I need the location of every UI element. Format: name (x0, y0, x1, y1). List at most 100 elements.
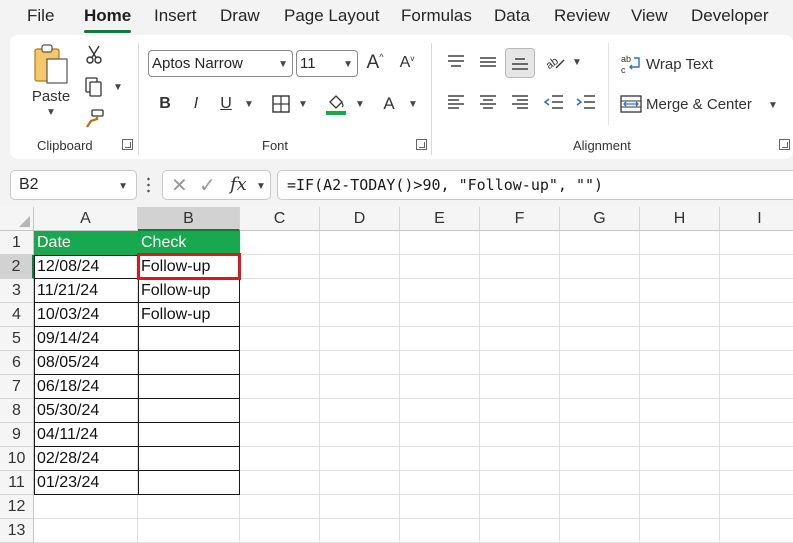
column-header-c[interactable]: C (240, 207, 320, 231)
formula-input[interactable]: =IF(A2-TODAY()>90, "Follow-up", "") (277, 170, 793, 200)
orientation-dropdown-icon[interactable]: ▼ (572, 57, 582, 68)
paste-button[interactable]: Paste ▼ (26, 43, 76, 128)
table-cell[interactable] (138, 423, 240, 447)
align-top-button[interactable] (443, 49, 469, 75)
decrease-indent-button[interactable] (541, 89, 567, 115)
menu-review[interactable]: Review (554, 6, 610, 26)
font-launcher-icon[interactable] (416, 139, 427, 150)
increase-indent-button[interactable] (573, 89, 599, 115)
cancel-icon[interactable]: ✕ (171, 173, 188, 198)
align-right-button[interactable] (507, 89, 533, 115)
table-cell[interactable] (138, 447, 240, 471)
menu-formulas[interactable]: Formulas (401, 6, 472, 26)
row-header-8[interactable]: 8 (0, 399, 34, 423)
row-header-6[interactable]: 6 (0, 351, 34, 375)
font-color-button[interactable]: A (378, 90, 400, 118)
menu-page-layout[interactable]: Page Layout (284, 6, 379, 26)
table-header-cell[interactable]: Check (138, 231, 240, 255)
menu-view[interactable]: View (631, 6, 668, 26)
table-cell[interactable]: 06/18/24 (34, 375, 138, 399)
column-header-e[interactable]: E (400, 207, 480, 231)
table-cell[interactable]: 04/11/24 (34, 423, 138, 447)
table-cell[interactable]: 11/21/24 (34, 279, 138, 303)
row-header-4[interactable]: 4 (0, 303, 34, 327)
table-cell[interactable]: 10/03/24 (34, 303, 138, 327)
menu-developer[interactable]: Developer (691, 6, 769, 26)
menu-home[interactable]: Home (84, 6, 131, 26)
orientation-button[interactable]: ab (542, 49, 568, 75)
column-header-b[interactable]: B (138, 207, 240, 231)
name-box[interactable]: B2 ▼ (10, 170, 137, 200)
insert-function-icon[interactable]: fx (230, 174, 247, 195)
row-header-10[interactable]: 10 (0, 447, 34, 471)
row-header-12[interactable]: 12 (0, 495, 34, 519)
enter-check-icon[interactable]: ✓ (199, 173, 216, 198)
table-cell[interactable]: 02/28/24 (34, 447, 138, 471)
align-middle-button[interactable] (475, 49, 501, 75)
fill-color-button[interactable] (323, 90, 349, 118)
table-cell[interactable]: Follow-up (138, 255, 240, 279)
table-cell[interactable]: Follow-up (138, 303, 240, 327)
font-name-dropdown[interactable]: Aptos Narrow ▼ (148, 50, 293, 77)
table-cell[interactable]: 05/30/24 (34, 399, 138, 423)
italic-button[interactable]: I (185, 92, 207, 116)
row-header-9[interactable]: 9 (0, 423, 34, 447)
menu-draw[interactable]: Draw (220, 6, 260, 26)
format-painter-button[interactable] (82, 107, 106, 131)
column-header-h[interactable]: H (640, 207, 720, 231)
bold-button[interactable]: B (154, 92, 176, 116)
column-header-a[interactable]: A (34, 207, 138, 231)
column-header-i[interactable]: I (720, 207, 793, 231)
font-color-dropdown-icon[interactable]: ▼ (408, 99, 418, 110)
row-header-5[interactable]: 5 (0, 327, 34, 351)
column-header-f[interactable]: F (480, 207, 560, 231)
column-header-d[interactable]: D (320, 207, 400, 231)
align-bottom-button[interactable] (505, 48, 535, 78)
table-cell[interactable] (138, 471, 240, 495)
wrap-text-button[interactable]: ab c Wrap Text (620, 51, 720, 77)
table-cell[interactable]: 09/14/24 (34, 327, 138, 351)
table-cell[interactable]: Follow-up (138, 279, 240, 303)
table-cell[interactable] (138, 327, 240, 351)
copy-dropdown-icon[interactable]: ▼ (113, 82, 123, 93)
borders-dropdown-icon[interactable]: ▼ (298, 99, 308, 110)
table-cell[interactable]: 01/23/24 (34, 471, 138, 495)
table-cell[interactable]: 12/08/24 (34, 255, 138, 279)
row-header-13[interactable]: 13 (0, 519, 34, 543)
underline-dropdown-icon[interactable]: ▼ (244, 99, 254, 110)
decrease-font-button[interactable]: Av (394, 50, 420, 76)
alignment-launcher-icon[interactable] (779, 139, 790, 150)
copy-button[interactable] (82, 75, 106, 99)
clipboard-launcher-icon[interactable] (122, 139, 133, 150)
menu-file[interactable]: File (27, 6, 54, 26)
row-header-2[interactable]: 2 (0, 255, 34, 279)
table-header-cell[interactable]: Date (34, 231, 138, 255)
borders-button[interactable] (269, 92, 293, 116)
row-header-3[interactable]: 3 (0, 279, 34, 303)
fill-color-dropdown-icon[interactable]: ▼ (355, 99, 365, 110)
font-size-dropdown[interactable]: 11 ▼ (296, 50, 358, 77)
column-header-g[interactable]: G (560, 207, 640, 231)
row-header-7[interactable]: 7 (0, 375, 34, 399)
chevron-down-icon[interactable]: ▼ (256, 181, 266, 192)
increase-font-button[interactable]: A ^ (362, 50, 388, 76)
paste-dropdown-icon[interactable]: ▼ (46, 107, 56, 118)
table-cell[interactable]: 08/05/24 (34, 351, 138, 375)
row-header-1[interactable]: 1 (0, 231, 34, 255)
merge-center-dropdown-icon[interactable]: ▼ (768, 100, 778, 111)
align-center-button[interactable] (475, 89, 501, 115)
table-cell[interactable] (138, 375, 240, 399)
underline-button[interactable]: U (215, 92, 237, 116)
row-header-11[interactable]: 11 (0, 471, 34, 495)
menu-insert[interactable]: Insert (154, 6, 197, 26)
table-cell[interactable] (138, 351, 240, 375)
merge-center-button[interactable]: Merge & Center (620, 91, 756, 117)
cut-button[interactable] (82, 43, 106, 67)
table-cell[interactable] (138, 399, 240, 423)
name-box-value: B2 (19, 176, 39, 193)
align-left-button[interactable] (443, 89, 469, 115)
menu-data[interactable]: Data (494, 6, 530, 26)
select-all-button[interactable] (0, 207, 34, 231)
spreadsheet-grid[interactable]: ABCDEFGHI 1 2 3 4 5 6 7 8 9 10 11 12 13 Date Check 12/… (0, 207, 793, 543)
bold-label: B (159, 95, 171, 112)
